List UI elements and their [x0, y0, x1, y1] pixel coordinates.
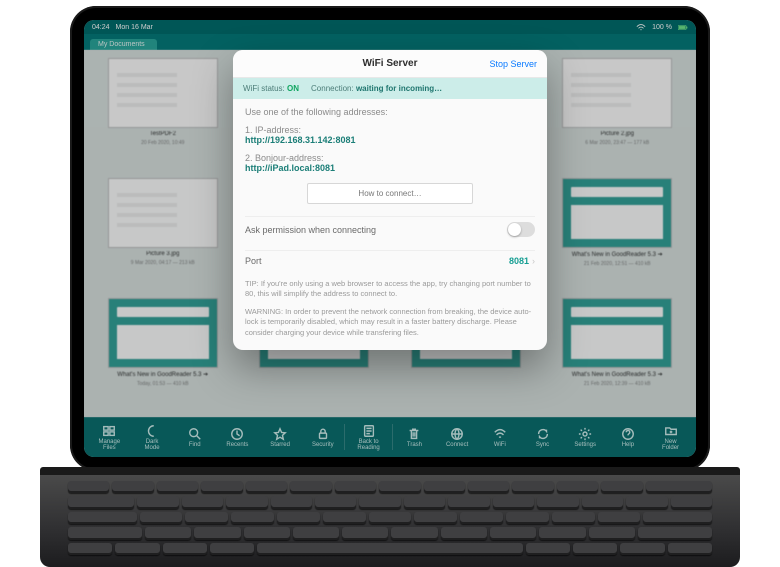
wifi-status-label: WiFi status: — [243, 84, 285, 93]
keyboard-hinge — [40, 467, 740, 475]
bonjour-address-label: 2. Bonjour-address: — [245, 153, 535, 163]
wifi-status-bar: WiFi status: ON Connection: waiting for … — [233, 78, 547, 99]
ip-address-label: 1. IP-address: — [245, 125, 535, 135]
port-value: 8081 — [509, 256, 529, 266]
hardware-keyboard — [40, 475, 740, 567]
screen: 04:24 Mon 16 Mar 100 % My Documents Test… — [84, 20, 696, 457]
tip-text: TIP: If you're only using a web browser … — [245, 279, 535, 299]
wifi-server-modal: WiFi Server Stop Server WiFi status: ON … — [233, 50, 547, 350]
address-intro: Use one of the following addresses: — [245, 107, 535, 117]
connection-value: waiting for incoming… — [356, 84, 442, 93]
ipad-device: 04:24 Mon 16 Mar 100 % My Documents Test… — [70, 6, 710, 471]
ip-address-link[interactable]: http://192.168.31.142:8081 — [245, 135, 535, 145]
bonjour-address-link[interactable]: http://iPad.local:8081 — [245, 163, 535, 173]
connection-label: Connection: — [311, 84, 354, 93]
port-label: Port — [245, 256, 262, 266]
warning-text: WARNING: In order to prevent the network… — [245, 307, 535, 337]
wifi-status-value: ON — [287, 84, 299, 93]
stop-server-button[interactable]: Stop Server — [417, 59, 537, 69]
port-row[interactable]: Port 8081› — [245, 250, 535, 271]
chevron-right-icon: › — [532, 256, 535, 266]
how-to-connect-button[interactable]: How to connect… — [307, 183, 472, 204]
ask-permission-label: Ask permission when connecting — [245, 225, 376, 235]
ask-permission-toggle[interactable] — [507, 222, 535, 237]
modal-title: WiFi Server — [363, 58, 418, 69]
